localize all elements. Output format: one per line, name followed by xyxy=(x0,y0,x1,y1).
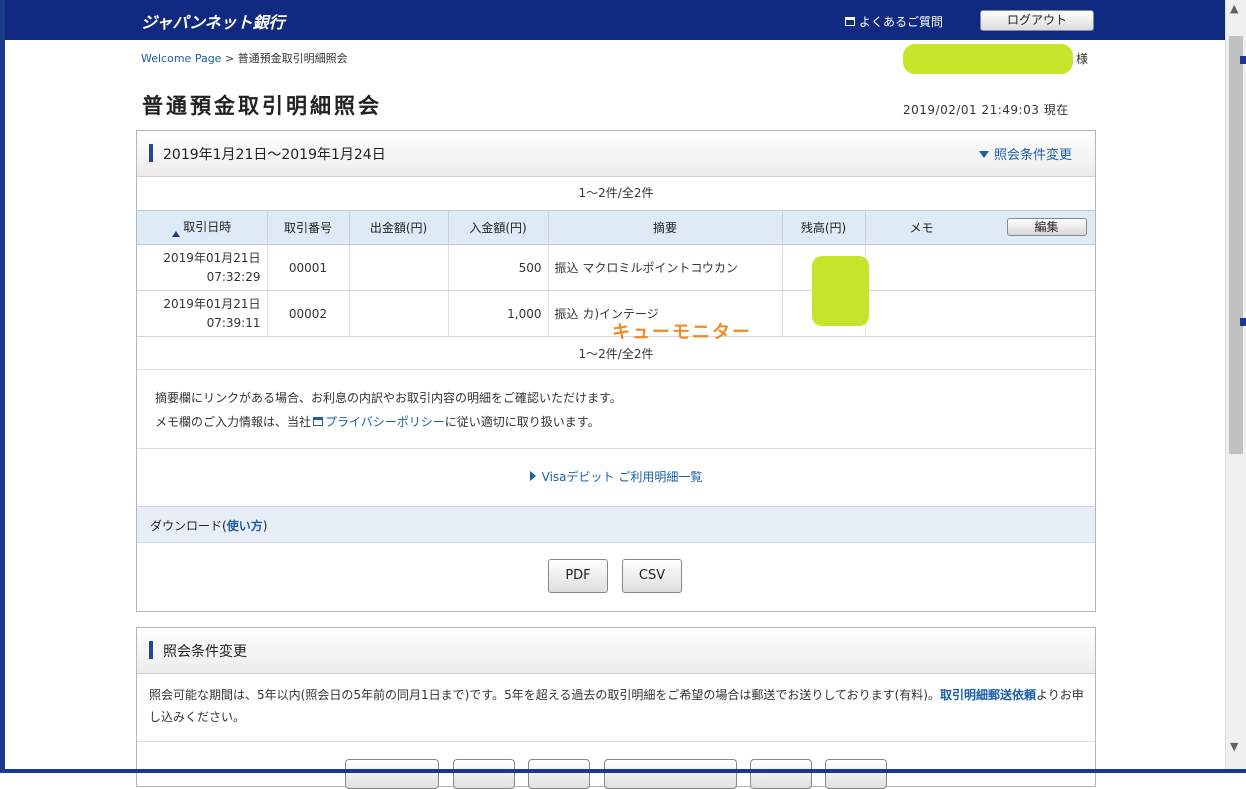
period-option-button[interactable] xyxy=(825,759,887,789)
statement-notes: 摘要欄にリンクがある場合、お利息の内訳やお取引内容の明細をご確認いただけます。 … xyxy=(155,386,622,434)
divider xyxy=(137,741,1095,742)
scroll-up-arrow-icon[interactable]: ▲ xyxy=(1230,2,1238,15)
column-header-balance: 残高(円) xyxy=(782,210,866,245)
csv-download-button[interactable]: CSV xyxy=(622,559,682,593)
table-row: 2019年01月21日 07:32:29 00001 500 振込 マクロミルポイ… xyxy=(137,244,1095,291)
visa-debit-link[interactable]: Visaデビット ご利用明細一覧 xyxy=(137,468,1095,485)
privacy-policy-link[interactable]: プライバシーポリシー xyxy=(325,415,445,429)
period-option-button[interactable] xyxy=(604,759,737,789)
column-header-date[interactable]: 取引日時 xyxy=(137,210,268,245)
triangle-right-icon xyxy=(529,471,536,481)
period-option-button[interactable] xyxy=(750,759,812,789)
row-datetime: 2019年01月21日 07:32:29 xyxy=(137,244,268,291)
window-frame-bottom xyxy=(0,769,1246,773)
current-timestamp: 2019/02/01 21:49:03 現在 xyxy=(903,103,1069,117)
redacted-balance xyxy=(812,256,869,326)
statement-panel-header: 2019年1月21日～2019年1月24日 照会条件変更 xyxy=(137,131,1095,177)
user-honorific: 様 xyxy=(1076,52,1089,66)
result-count-bottom: 1～2件/全2件 xyxy=(578,347,654,361)
download-bar: ダウンロード(使い方) xyxy=(137,506,1095,543)
change-conditions-link[interactable]: 照会条件変更 xyxy=(979,144,1072,163)
breadcrumb-separator: > xyxy=(224,52,235,65)
redacted-user-name xyxy=(903,44,1073,74)
conditions-description: 照会可能な期間は、5年以内(照会日の5年前の同月1日まで)です。5年を超える過去… xyxy=(149,688,1084,724)
row-deposit: 1,000 xyxy=(448,290,549,337)
window-edge-marker xyxy=(1240,318,1246,326)
row-deposit: 500 xyxy=(448,244,549,291)
scrollbar-thumb[interactable] xyxy=(1229,36,1243,454)
breadcrumb-home-link[interactable]: Welcome Page xyxy=(141,52,221,65)
new-window-icon xyxy=(845,17,855,26)
table-header-row: 取引日時 取引番号 出金額(円) 入金額(円) 摘要 残高(円) メモ 編集 xyxy=(137,210,1095,245)
download-label: ダウンロード(使い方) xyxy=(150,519,268,533)
edit-memo-button[interactable]: 編集 xyxy=(1006,218,1087,236)
note-line-1: 摘要欄にリンクがある場合、お利息の内訳やお取引内容の明細をご確認いただけます。 xyxy=(155,391,622,405)
breadcrumb: Welcome Page > 普通預金取引明細照会 xyxy=(141,50,348,66)
new-window-icon xyxy=(313,417,324,426)
period-option-button[interactable] xyxy=(345,759,439,789)
triangle-down-icon xyxy=(979,151,989,158)
change-conditions-label: 照会条件変更 xyxy=(994,148,1073,163)
scroll-down-arrow-icon[interactable]: ▼ xyxy=(1230,740,1238,753)
visa-debit-label: Visaデビット ご利用明細一覧 xyxy=(541,470,703,484)
column-header-withdrawal: 出金額(円) xyxy=(349,210,449,245)
page-title: 普通預金取引明細照会 xyxy=(142,94,382,118)
statement-panel: 2019年1月21日～2019年1月24日 照会条件変更 1～2件/全2件 取引… xyxy=(136,130,1096,612)
result-count-top: 1～2件/全2件 xyxy=(578,186,654,200)
bank-logo[interactable]: ジャパンネット銀行 xyxy=(141,9,285,33)
pdf-download-button[interactable]: PDF xyxy=(548,559,608,593)
row-memo xyxy=(865,244,1095,291)
window-frame-left xyxy=(0,0,5,773)
divider xyxy=(137,448,1095,449)
conditions-panel: 照会条件変更 照会可能な期間は、5年以内(照会日の5年前の同月1日まで)です。5… xyxy=(136,627,1096,789)
row-withdrawal xyxy=(349,244,449,291)
period-option-button[interactable] xyxy=(528,759,590,789)
window-edge-marker xyxy=(1240,56,1246,64)
divider xyxy=(137,369,1095,370)
heading-accent-bar xyxy=(149,144,153,162)
breadcrumb-current: 普通預金取引明細照会 xyxy=(237,52,348,65)
conditions-title: 照会条件変更 xyxy=(163,644,247,660)
row-number: 00001 xyxy=(267,244,350,291)
column-header-description: 摘要 xyxy=(548,210,783,245)
mail-request-link[interactable]: 取引明細郵送依頼 xyxy=(940,688,1036,702)
faq-link[interactable]: よくあるご質問 xyxy=(845,13,943,30)
heading-accent-bar xyxy=(149,641,153,659)
column-header-memo: メモ 編集 xyxy=(865,210,1095,245)
row-description: 振込 マクロミルポイントコウカン xyxy=(548,244,783,291)
faq-label: よくあるご質問 xyxy=(859,15,944,29)
statement-period: 2019年1月21日～2019年1月24日 xyxy=(163,147,386,163)
conditions-panel-header: 照会条件変更 xyxy=(137,628,1095,674)
sort-ascending-icon xyxy=(172,231,181,237)
note-line-2: メモ欄のご入力情報は、当社 プライバシーポリシーに従い適切に取り扱います。 xyxy=(155,415,600,429)
vertical-scrollbar[interactable]: ▲ ▼ xyxy=(1225,0,1246,769)
overlay-annotation: キューモニター xyxy=(612,322,752,343)
download-help-link[interactable]: 使い方 xyxy=(227,519,263,533)
row-memo xyxy=(865,290,1095,337)
column-header-number: 取引番号 xyxy=(267,210,350,245)
period-option-button[interactable] xyxy=(453,759,515,789)
row-datetime: 2019年01月21日 07:39:11 xyxy=(137,290,268,337)
row-number: 00002 xyxy=(267,290,350,337)
column-header-deposit: 入金額(円) xyxy=(448,210,549,245)
site-header: ジャパンネット銀行 よくあるご質問 ログアウト xyxy=(5,0,1225,40)
logout-button[interactable]: ログアウト xyxy=(980,10,1094,31)
row-withdrawal xyxy=(349,290,449,337)
